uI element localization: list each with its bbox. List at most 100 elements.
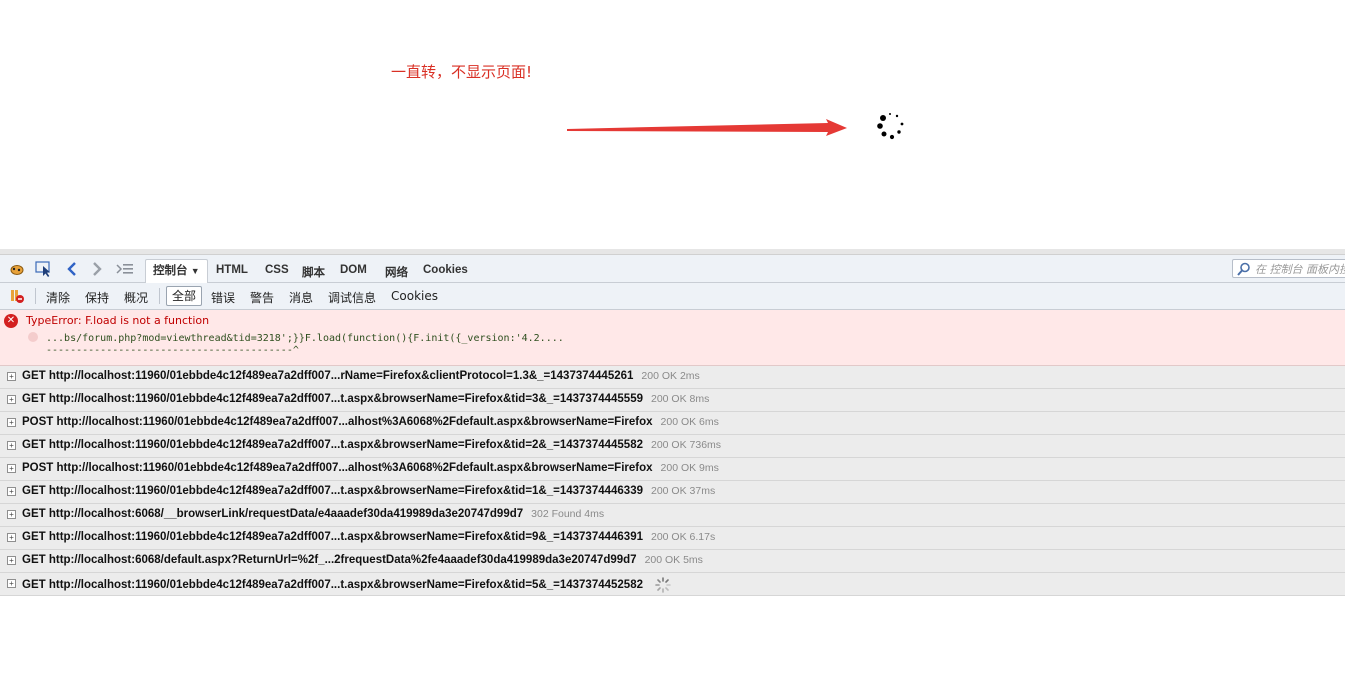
request-method: GET	[22, 370, 46, 382]
filter-all-button[interactable]: 全部	[166, 286, 203, 306]
expand-toggle-icon[interactable]: +	[7, 556, 16, 565]
request-status: 200 OK 8ms	[651, 393, 710, 405]
table-row[interactable]: + GET http://localhost:6068/__browserLink…	[0, 504, 1345, 527]
table-row[interactable]: + GET http://localhost:11960/01ebbde4c12f…	[0, 389, 1345, 412]
console-toolbar: 清除 保持 概况 全部 错误 警告 消息 调试信息 Cookies	[0, 283, 1345, 310]
tab-css[interactable]: CSS	[265, 264, 289, 276]
expand-toggle-icon[interactable]: +	[7, 441, 16, 450]
search-input[interactable]: 在 控制台 面板内搜	[1232, 259, 1345, 278]
filter-warnings-button[interactable]: 警告	[250, 289, 274, 306]
request-list: + GET http://localhost:11960/01ebbde4c12f…	[0, 366, 1345, 596]
expand-toggle-icon[interactable]: +	[7, 395, 16, 404]
request-method: POST	[22, 462, 54, 474]
request-method: GET	[22, 579, 46, 592]
request-url: http://localhost:6068/__browserLink/requ…	[48, 508, 524, 520]
tab-net[interactable]: 网络	[385, 264, 408, 280]
forward-arrow-icon[interactable]	[88, 260, 106, 278]
error-pointer: ----------------------------------------…	[46, 345, 299, 356]
tab-console[interactable]: 控制台 ▼	[145, 259, 208, 284]
request-method: GET	[22, 393, 46, 405]
table-row[interactable]: + GET http://localhost:11960/01ebbde4c12f…	[0, 366, 1345, 389]
search-icon	[1237, 262, 1251, 282]
expand-toggle-icon[interactable]: +	[7, 487, 16, 496]
tab-cookies[interactable]: Cookies	[423, 264, 468, 276]
tab-script[interactable]: 脚本	[302, 264, 325, 280]
table-row[interactable]: + GET http://localhost:11960/01ebbde4c12f…	[0, 435, 1345, 458]
search-placeholder: 在 控制台 面板内搜	[1255, 263, 1345, 276]
request-summary[interactable]: GET http://localhost:6068/default.aspx?R…	[22, 554, 703, 566]
request-summary[interactable]: GET http://localhost:11960/01ebbde4c12f4…	[22, 393, 709, 405]
persist-button[interactable]: 保持	[85, 289, 109, 306]
expand-toggle-icon[interactable]: +	[7, 464, 16, 473]
error-source-snippet[interactable]: ...bs/forum.php?mod=viewthread&tid=3218'…	[46, 333, 564, 344]
chevron-down-icon: ▼	[190, 266, 200, 276]
request-summary[interactable]: GET http://localhost:6068/__browserLink/…	[22, 508, 604, 520]
request-status: 200 OK 5ms	[644, 554, 703, 566]
request-url: http://localhost:11960/01ebbde4c12f489ea…	[56, 462, 653, 474]
request-status: 200 OK 6ms	[660, 416, 719, 428]
request-status: 200 OK 37ms	[651, 485, 716, 497]
request-url: http://localhost:11960/01ebbde4c12f489ea…	[48, 393, 643, 405]
toolbar-divider	[159, 288, 160, 304]
table-row[interactable]: + GET http://localhost:11960/01ebbde4c12f…	[0, 481, 1345, 504]
table-row[interactable]: + GET http://localhost:11960/01ebbde4c12f…	[0, 573, 1345, 596]
request-method: GET	[22, 531, 46, 543]
back-arrow-icon[interactable]	[63, 260, 81, 278]
filter-info-button[interactable]: 消息	[289, 289, 313, 306]
table-row[interactable]: + POST http://localhost:11960/01ebbde4c12…	[0, 412, 1345, 435]
table-row[interactable]: + GET http://localhost:11960/01ebbde4c12f…	[0, 527, 1345, 550]
profile-button[interactable]: 概况	[124, 289, 148, 306]
request-method: GET	[22, 439, 46, 451]
break-on-error-icon[interactable]	[8, 287, 26, 305]
request-summary[interactable]: GET http://localhost:11960/01ebbde4c12f4…	[22, 485, 715, 497]
request-url: http://localhost:11960/01ebbde4c12f489ea…	[48, 439, 643, 451]
request-status: 200 OK 736ms	[651, 439, 722, 451]
annotation-text: 一直转，不显示页面!	[391, 63, 533, 81]
firebug-panel: 控制台 ▼ HTML CSS 脚本 DOM 网络 Cookies 在 控制台 面…	[0, 249, 1345, 597]
filter-debug-button[interactable]: 调试信息	[328, 289, 376, 306]
request-summary[interactable]: GET http://localhost:11960/01ebbde4c12f4…	[22, 577, 671, 593]
table-row[interactable]: + GET http://localhost:6068/default.aspx?…	[0, 550, 1345, 573]
inspect-element-icon[interactable]	[35, 260, 53, 278]
request-summary[interactable]: GET http://localhost:11960/01ebbde4c12f4…	[22, 531, 715, 543]
request-method: GET	[22, 485, 46, 497]
request-method: GET	[22, 554, 46, 566]
request-summary[interactable]: GET http://localhost:11960/01ebbde4c12f4…	[22, 370, 700, 382]
error-entry: ✕ TypeError: F.load is not a function ..…	[0, 310, 1345, 366]
filter-errors-button[interactable]: 错误	[211, 289, 235, 306]
tab-html[interactable]: HTML	[216, 264, 248, 276]
toolbar-divider	[35, 288, 36, 304]
request-url: http://localhost:6068/default.aspx?Retur…	[48, 554, 637, 566]
request-status: 302 Found 4ms	[531, 508, 605, 520]
request-summary[interactable]: GET http://localhost:11960/01ebbde4c12f4…	[22, 439, 721, 451]
error-icon: ✕	[4, 314, 18, 328]
tab-dom[interactable]: DOM	[340, 264, 367, 276]
request-method: POST	[22, 416, 54, 428]
breakpoint-icon[interactable]	[28, 332, 38, 342]
request-status: 200 OK 6.17s	[651, 531, 716, 543]
expand-toggle-icon[interactable]: +	[7, 533, 16, 542]
request-url: http://localhost:11960/01ebbde4c12f489ea…	[56, 416, 653, 428]
request-summary[interactable]: POST http://localhost:11960/01ebbde4c12f…	[22, 462, 719, 474]
expand-toggle-icon[interactable]: +	[7, 510, 16, 519]
expand-toggle-icon[interactable]: +	[7, 579, 16, 588]
main-toolbar: 控制台 ▼ HTML CSS 脚本 DOM 网络 Cookies 在 控制台 面…	[0, 255, 1345, 284]
request-status: 200 OK 9ms	[660, 462, 719, 474]
request-status: 200 OK 2ms	[641, 370, 700, 382]
table-row[interactable]: + POST http://localhost:11960/01ebbde4c12…	[0, 458, 1345, 481]
command-line-icon[interactable]	[116, 260, 134, 278]
clear-button[interactable]: 清除	[46, 289, 70, 306]
pending-spinner-icon	[655, 577, 671, 593]
expand-toggle-icon[interactable]: +	[7, 418, 16, 427]
request-url: http://localhost:11960/01ebbde4c12f489ea…	[48, 531, 643, 543]
firebug-bug-icon[interactable]	[8, 260, 26, 278]
loading-spinner-icon	[877, 113, 904, 140]
request-url: http://localhost:11960/01ebbde4c12f489ea…	[48, 370, 634, 382]
expand-toggle-icon[interactable]: +	[7, 372, 16, 381]
request-summary[interactable]: POST http://localhost:11960/01ebbde4c12f…	[22, 416, 719, 428]
error-message[interactable]: TypeError: F.load is not a function	[26, 314, 209, 327]
filter-cookies-button[interactable]: Cookies	[391, 289, 438, 303]
red-arrow	[567, 119, 847, 136]
request-method: GET	[22, 508, 46, 520]
request-url: http://localhost:11960/01ebbde4c12f489ea…	[48, 485, 643, 497]
